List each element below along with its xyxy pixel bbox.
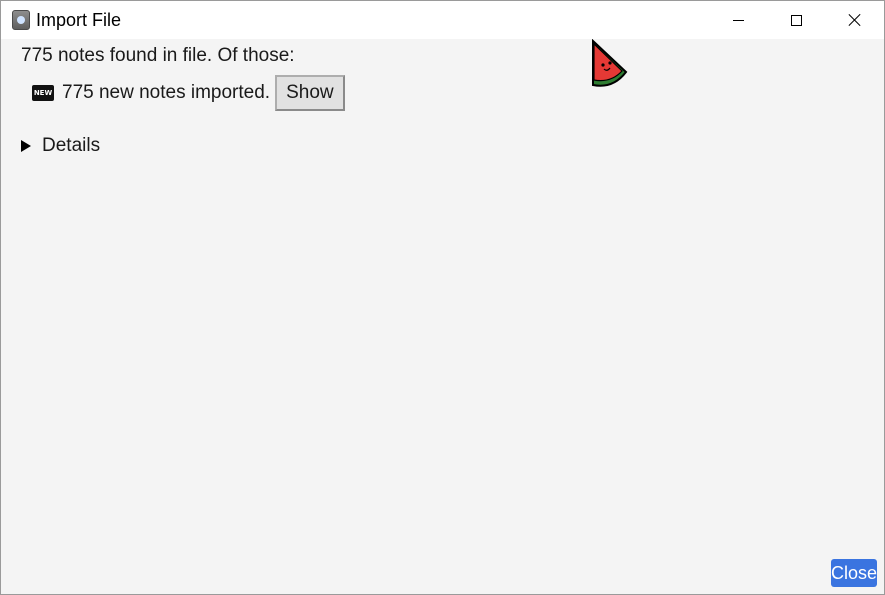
maximize-button[interactable] xyxy=(767,1,825,39)
close-button[interactable]: Close xyxy=(831,559,877,587)
title-bar[interactable]: Import File xyxy=(1,1,884,39)
show-button[interactable]: Show xyxy=(275,75,345,111)
details-disclosure[interactable]: Details xyxy=(21,135,100,157)
new-notes-row: NEW 775 new notes imported. Show xyxy=(32,75,345,111)
details-label[interactable]: Details xyxy=(42,135,100,157)
expand-triangle-icon[interactable] xyxy=(21,140,31,152)
import-summary: 775 notes found in file. Of those: xyxy=(21,45,295,66)
minimize-icon xyxy=(732,19,744,21)
app-icon xyxy=(12,10,30,30)
import-file-window: Import File 775 notes found in file. Of … xyxy=(0,0,885,595)
close-icon xyxy=(848,13,862,27)
watermelon-cursor-icon xyxy=(592,39,628,87)
window-title: Import File xyxy=(36,10,122,30)
window-close-button[interactable] xyxy=(826,1,884,39)
maximize-icon xyxy=(790,14,802,26)
minimize-button[interactable] xyxy=(709,1,767,39)
new-badge-icon: NEW xyxy=(32,85,54,101)
new-notes-text: 775 new notes imported. xyxy=(62,82,271,103)
